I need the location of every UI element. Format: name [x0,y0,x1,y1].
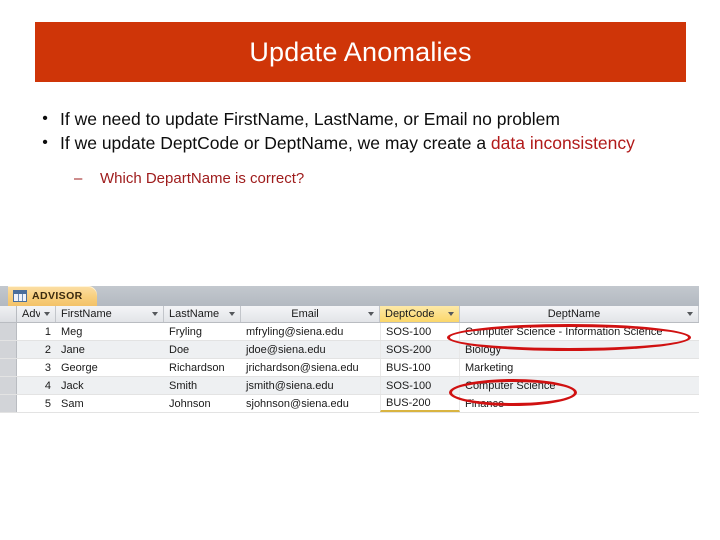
column-header-email[interactable]: Email [241,306,380,322]
cell-last-name[interactable]: Doe [164,341,241,358]
table-row[interactable]: 2 Jane Doe jdoe@siena.edu SOS-200 Biolog… [0,341,699,359]
tab-advisor[interactable]: ADVISOR [8,286,97,306]
bullet-text-2: If we update DeptCode or DeptName, we ma… [60,132,690,155]
cell-last-name[interactable]: Richardson [164,359,241,376]
slide-title-banner: Update Anomalies [35,22,686,82]
column-header-label: FirstName [61,308,112,320]
column-header-label: DeptCode [385,308,435,320]
cell-advisor-id[interactable]: 2 [17,341,56,358]
cell-email[interactable]: jdoe@siena.edu [241,341,380,358]
page-title: Update Anomalies [249,36,472,67]
chevron-down-icon[interactable] [152,312,158,316]
table-row[interactable]: 5 Sam Johnson sjohnson@siena.edu BUS-200… [0,395,699,413]
cell-dept-code[interactable]: BUS-200 [380,395,460,412]
bullet-text-2-part1: If we update DeptCode or DeptName, we ma… [60,133,491,154]
slide-body: • If we need to update FirstName, LastNa… [30,108,690,189]
bullet-text-2-highlight: data inconsistency [490,133,635,154]
sub-bullet-text: Which DepartName is correct? [100,170,305,188]
datasheet-header-row: AdvisorID FirstName LastName Email DeptC… [0,306,699,323]
cell-email[interactable]: sjohnson@siena.edu [241,395,380,412]
cell-email[interactable]: jrichardson@siena.edu [241,359,380,376]
chevron-down-icon[interactable] [687,312,693,316]
dash-marker-icon: – [74,170,83,188]
cell-first-name[interactable]: George [56,359,164,376]
table-row[interactable]: 1 Meg Fryling mfryling@siena.edu SOS-100… [0,323,699,341]
cell-dept-name[interactable]: Biology [460,341,699,358]
column-header-last-name[interactable]: LastName [164,306,241,322]
bullet-item-2: • If we update DeptCode or DeptName, we … [30,132,690,155]
cell-dept-name[interactable]: Computer Science - Information Science [460,323,699,340]
cell-dept-name[interactable]: Computer Science [460,377,699,394]
chevron-down-icon[interactable] [448,312,454,316]
bullet-marker-icon: • [42,110,48,127]
cell-first-name[interactable]: Sam [56,395,164,412]
cell-last-name[interactable]: Johnson [164,395,241,412]
column-header-label: AdvisorID [22,308,40,320]
table-row[interactable]: 3 George Richardson jrichardson@siena.ed… [0,359,699,377]
row-selector[interactable] [0,341,17,358]
row-selector[interactable] [0,377,17,394]
select-all-corner[interactable] [0,306,17,322]
cell-advisor-id[interactable]: 4 [17,377,56,394]
chevron-down-icon[interactable] [44,312,50,316]
cell-dept-code[interactable]: BUS-100 [380,359,460,376]
cell-advisor-id[interactable]: 5 [17,395,56,412]
cell-first-name[interactable]: Jack [56,377,164,394]
cell-email[interactable]: mfryling@siena.edu [241,323,380,340]
cell-last-name[interactable]: Fryling [164,323,241,340]
datasheet-tab-strip: ADVISOR [0,286,699,306]
column-header-label: DeptName [547,308,601,320]
cell-dept-code[interactable]: SOS-200 [380,341,460,358]
cell-dept-name[interactable]: Marketing [460,359,699,376]
cell-dept-code[interactable]: SOS-100 [380,377,460,394]
row-selector[interactable] [0,395,17,412]
cell-advisor-id[interactable]: 1 [17,323,56,340]
bullet-marker-icon: • [42,134,48,152]
chevron-down-icon[interactable] [229,312,235,316]
tab-advisor-label: ADVISOR [32,290,83,302]
cell-email[interactable]: jsmith@siena.edu [241,377,380,394]
datasheet-grid: AdvisorID FirstName LastName Email DeptC… [0,306,699,420]
cell-first-name[interactable]: Meg [56,323,164,340]
sub-bullet-item: – Which DepartName is correct? [70,169,690,189]
row-selector[interactable] [0,323,17,340]
column-header-dept-code[interactable]: DeptCode [380,306,460,322]
column-header-dept-name[interactable]: DeptName [460,306,699,322]
cell-first-name[interactable]: Jane [56,341,164,358]
bullet-text-1: If we need to update FirstName, LastName… [60,108,690,131]
table-grid-icon [13,290,27,302]
column-header-advisor-id[interactable]: AdvisorID [17,306,56,322]
cell-advisor-id[interactable]: 3 [17,359,56,376]
row-selector[interactable] [0,359,17,376]
column-header-label: Email [291,308,319,320]
cell-dept-code[interactable]: SOS-100 [380,323,460,340]
chevron-down-icon[interactable] [368,312,374,316]
column-header-label: LastName [169,308,220,320]
cell-dept-name[interactable]: Finance [460,395,699,412]
cell-last-name[interactable]: Smith [164,377,241,394]
bullet-text-1-part1: If we need to update FirstName, LastName… [60,109,560,129]
access-datasheet-screenshot: ADVISOR AdvisorID FirstName LastName Ema… [0,286,699,420]
column-header-first-name[interactable]: FirstName [56,306,164,322]
bullet-item-1: • If we need to update FirstName, LastNa… [30,108,690,131]
table-row[interactable]: 4 Jack Smith jsmith@siena.edu SOS-100 Co… [0,377,699,395]
